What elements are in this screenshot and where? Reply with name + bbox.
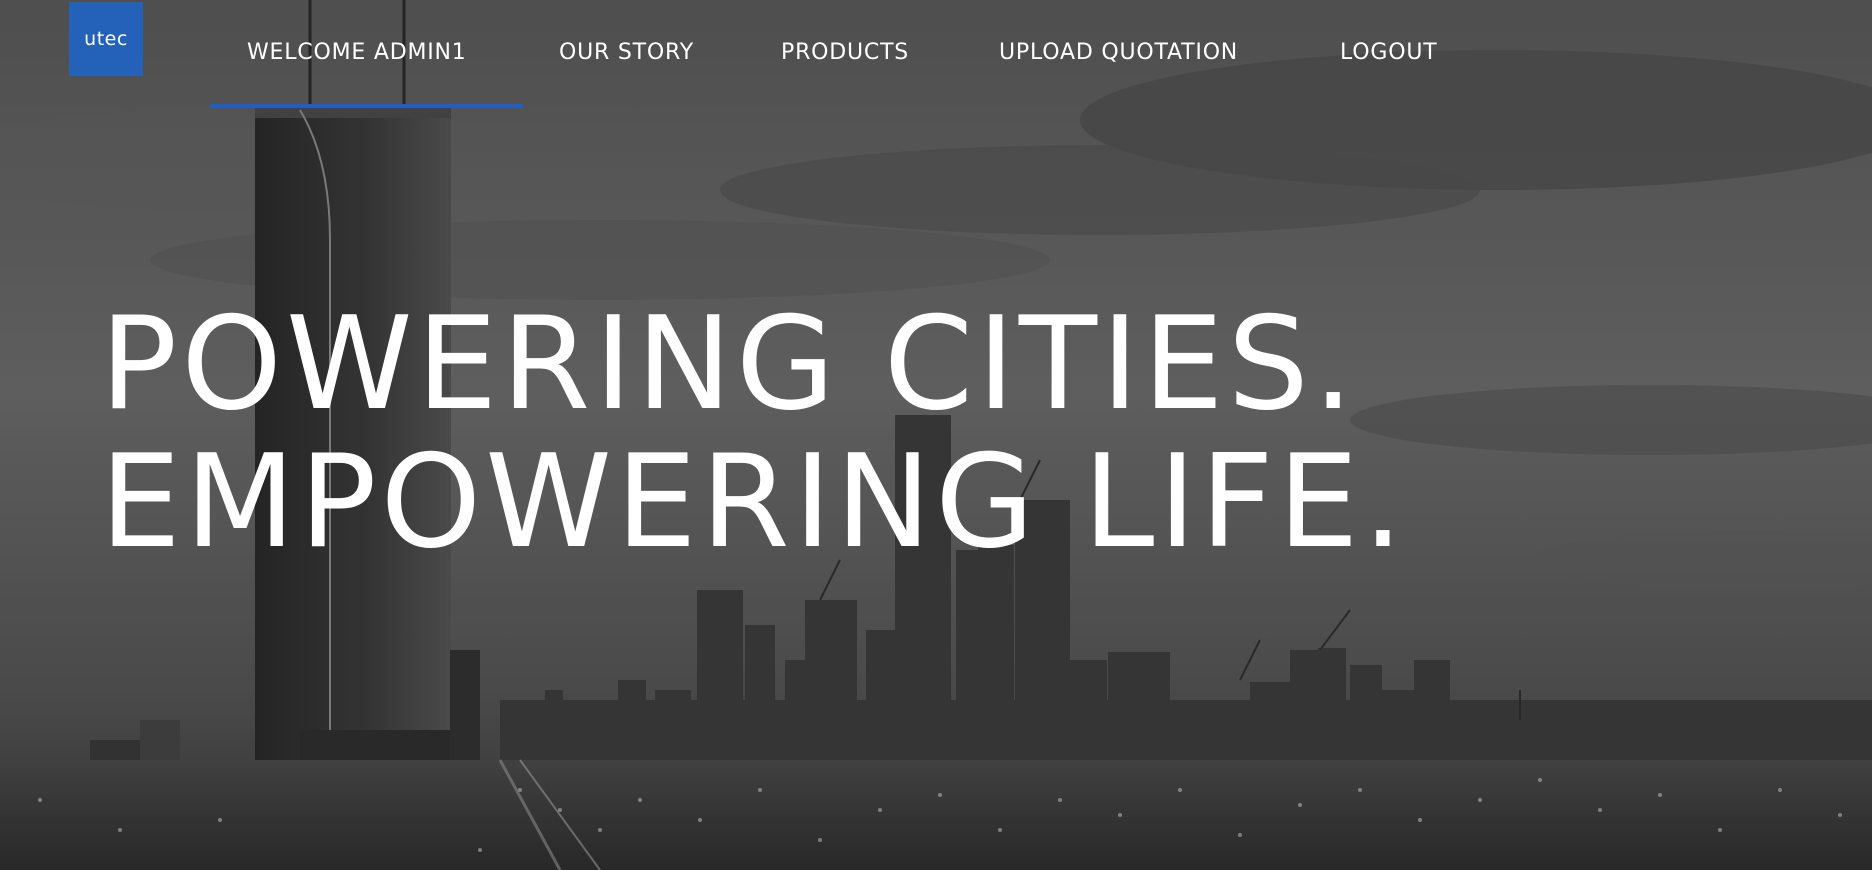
nav-upload-quotation[interactable]: UPLOAD QUOTATION [999, 40, 1238, 65]
landing-page: utec WELCOME ADMIN1 OUR STORY PRODUCTS U… [0, 0, 1872, 870]
nav-logout[interactable]: LOGOUT [1340, 40, 1438, 65]
utec-logo[interactable]: utec [69, 2, 143, 76]
hero-headline: POWERING CITIES. EMPOWERING LIFE. [100, 296, 1407, 572]
nav-products[interactable]: PRODUCTS [781, 40, 909, 65]
nav-our-story[interactable]: OUR STORY [559, 40, 694, 65]
site-header: utec WELCOME ADMIN1 OUR STORY PRODUCTS U… [0, 0, 1872, 110]
active-nav-underline [210, 104, 523, 108]
nav-welcome-admin1[interactable]: WELCOME ADMIN1 [247, 40, 467, 65]
hero-line-1: POWERING CITIES. [100, 290, 1358, 439]
hero-line-2: EMPOWERING LIFE. [100, 428, 1408, 577]
logo-text: utec [84, 28, 128, 50]
